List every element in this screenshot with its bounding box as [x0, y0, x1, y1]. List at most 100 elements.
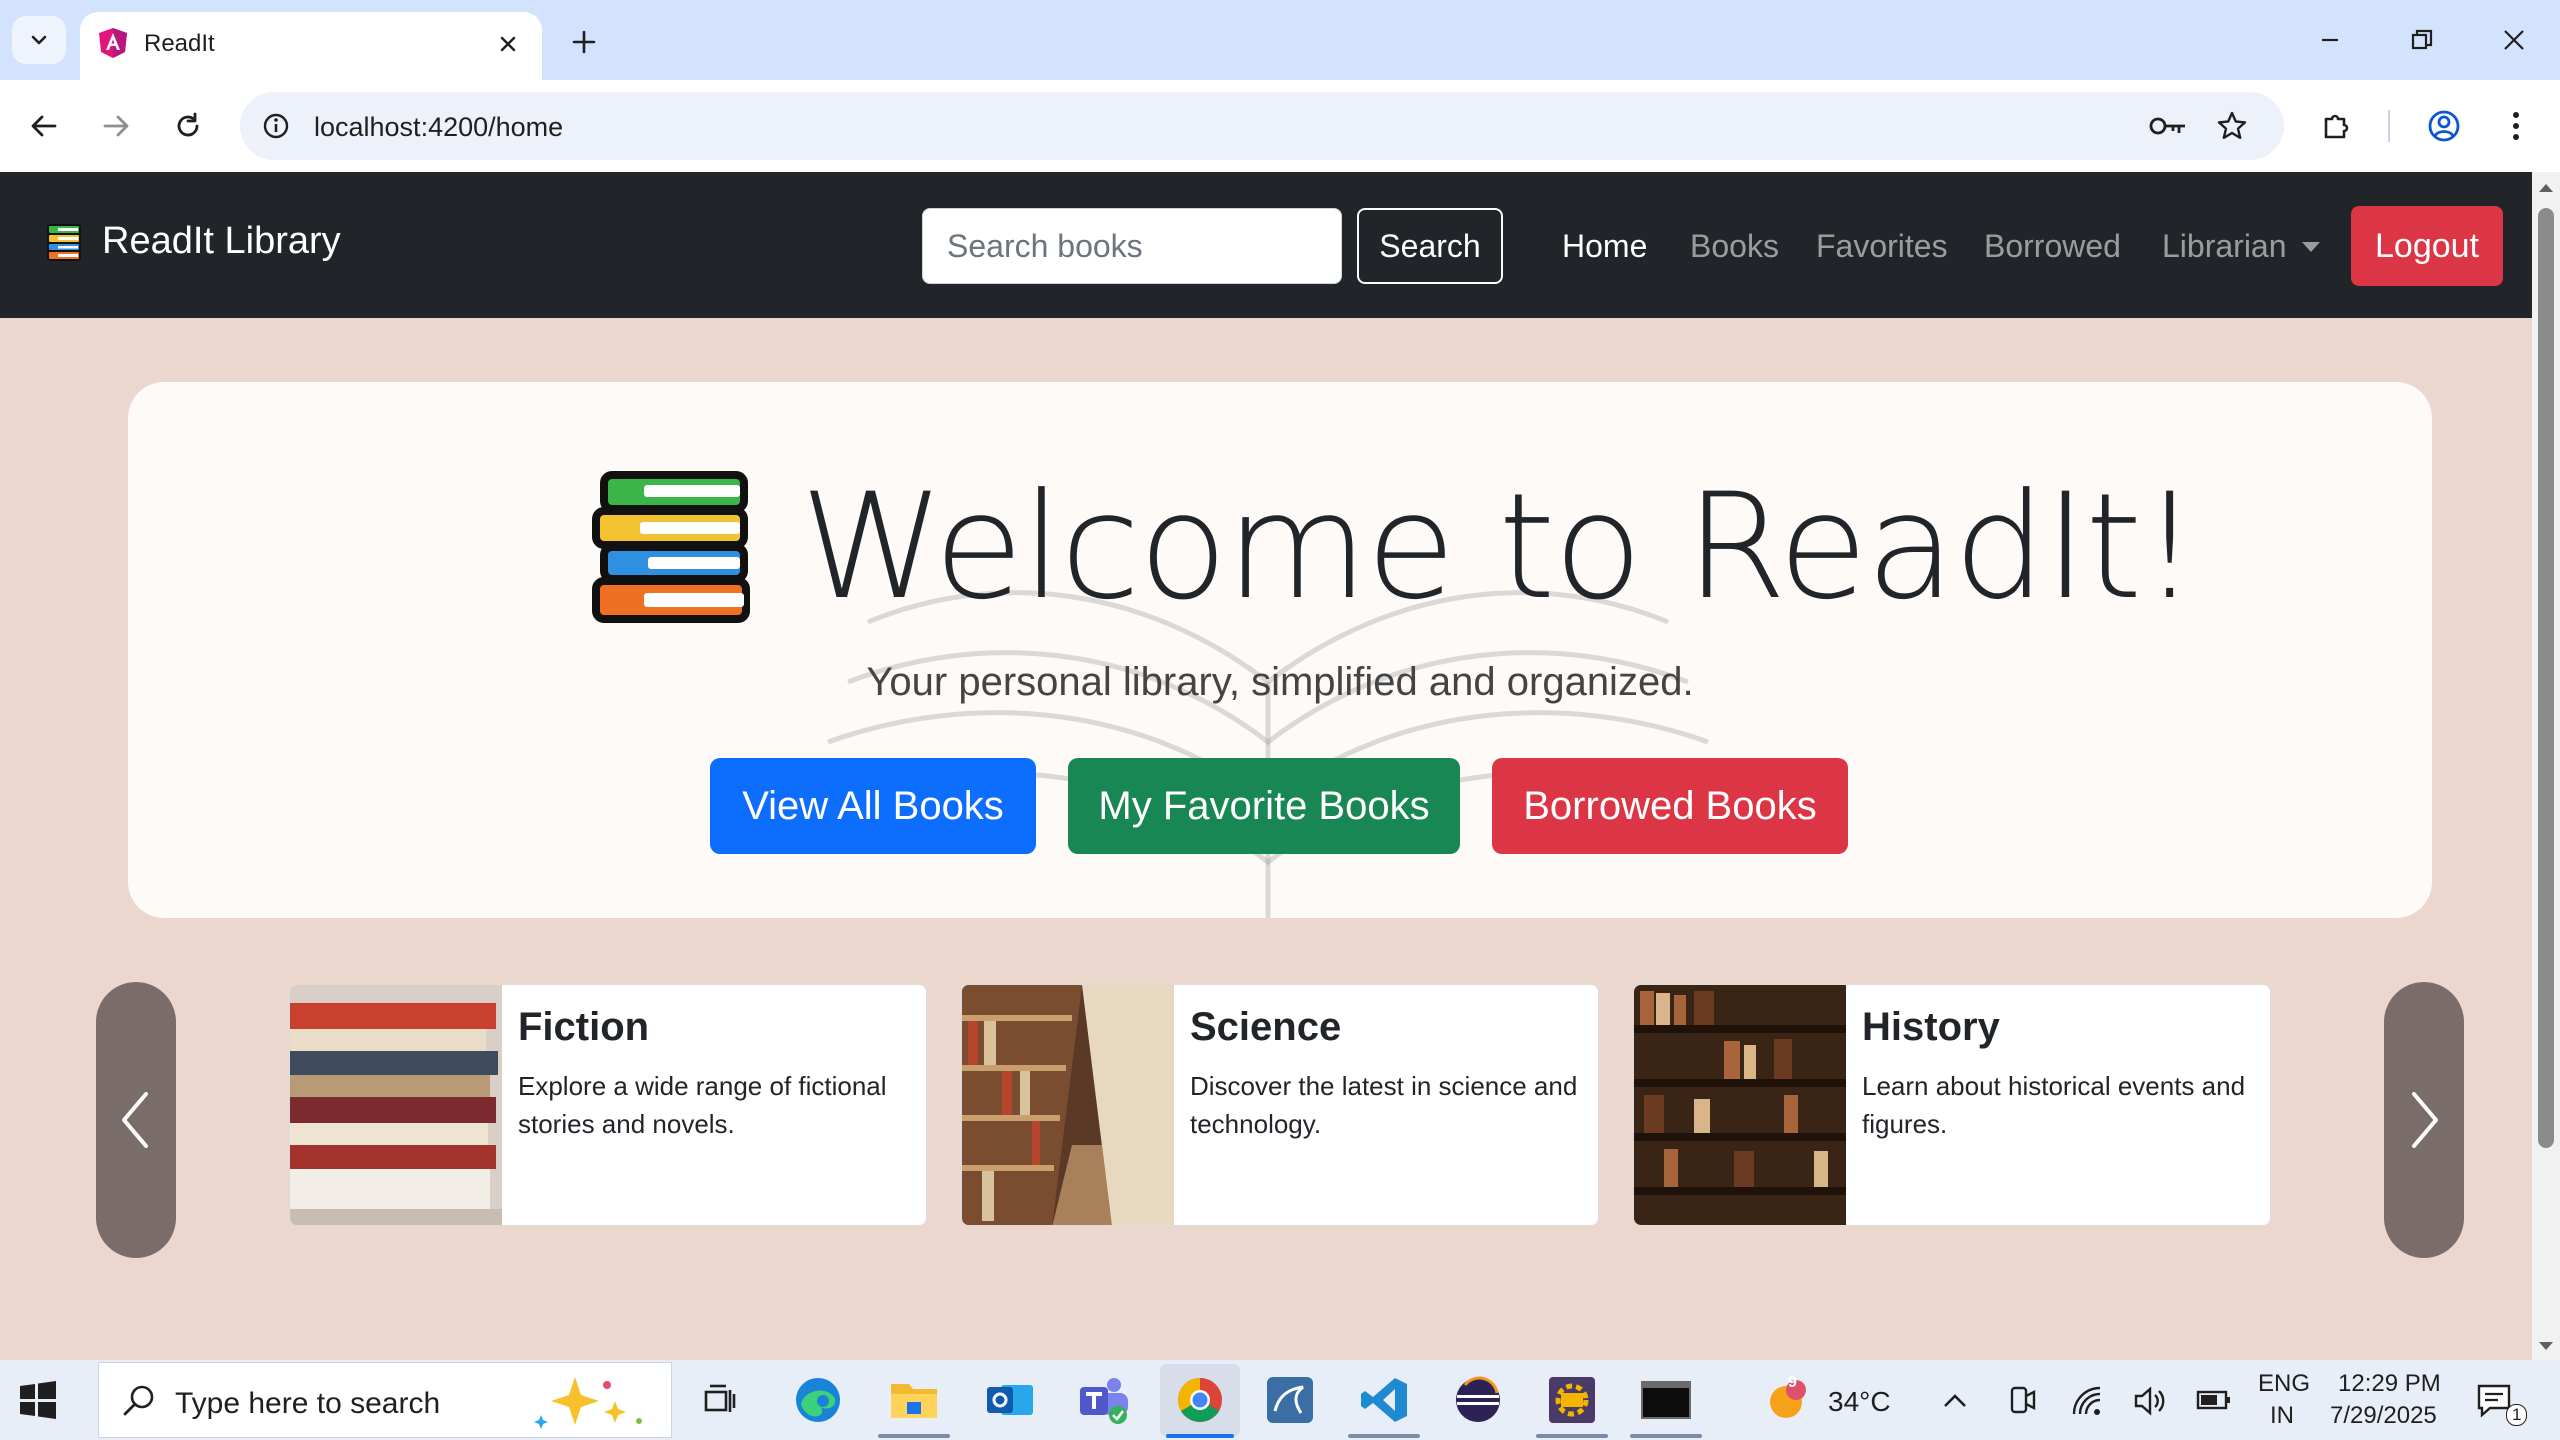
category-card-fiction[interactable]: Fiction Explore a wide range of fictiona… — [289, 984, 927, 1226]
caret-down-icon[interactable] — [2302, 242, 2320, 252]
card-description: Learn about historical events and figure… — [1862, 1071, 2246, 1139]
system-clock-date[interactable]: 7/29/2025 — [2330, 1402, 2437, 1430]
battery-icon[interactable] — [2196, 1386, 2232, 1414]
back-button[interactable] — [20, 102, 68, 150]
browser-tab-strip: ReadIt — [0, 0, 2560, 80]
site-info-icon[interactable] — [258, 108, 294, 144]
windows-taskbar: Type here to search 9 34°C ENG IN 12:29 … — [0, 1360, 2560, 1440]
close-window-button[interactable] — [2492, 18, 2536, 62]
scroll-up-arrow-icon[interactable] — [2539, 184, 2553, 192]
notification-count-badge: 1 — [2506, 1404, 2528, 1426]
page-scrollbar[interactable] — [2532, 172, 2560, 1360]
browser-tab[interactable]: ReadIt — [80, 12, 542, 80]
book-search-input[interactable] — [922, 208, 1342, 284]
running-indicator — [1348, 1434, 1420, 1438]
taskbar-app-javaee[interactable] — [1544, 1372, 1600, 1428]
tab-title: ReadIt — [144, 30, 215, 57]
close-icon — [2504, 30, 2524, 50]
star-bookmark-icon[interactable] — [2212, 106, 2252, 146]
key-icon[interactable] — [2148, 106, 2188, 146]
my-favorite-books-button[interactable]: My Favorite Books — [1068, 758, 1460, 854]
restore-button[interactable] — [2400, 18, 2444, 62]
logout-button[interactable]: Logout — [2351, 206, 2503, 286]
scrollbar-thumb[interactable] — [2538, 208, 2554, 1148]
card-title: Fiction — [518, 1005, 650, 1049]
nav-link-books[interactable]: Books — [1690, 228, 1779, 265]
extensions-button[interactable] — [2312, 102, 2360, 150]
system-clock-time[interactable]: 12:29 PM — [2338, 1370, 2441, 1398]
chevron-right-icon — [2412, 1092, 2438, 1148]
taskbar-app-eclipse[interactable] — [1450, 1372, 1506, 1428]
mysql-workbench-icon — [1267, 1377, 1313, 1423]
tab-search-button[interactable] — [12, 16, 66, 64]
carousel-next-button[interactable] — [2384, 982, 2464, 1258]
browser-toolbar: localhost:4200/home — [0, 80, 2560, 172]
taskbar-app-teams[interactable] — [1076, 1372, 1132, 1428]
navbar-brand[interactable]: ReadIt Library — [44, 220, 341, 263]
card-description: Explore a wide range of fictional storie… — [518, 1071, 887, 1139]
taskbar-app-outlook[interactable] — [982, 1372, 1038, 1428]
new-tab-button[interactable] — [562, 20, 606, 64]
task-view-button[interactable] — [692, 1372, 748, 1428]
volume-icon[interactable] — [2132, 1384, 2166, 1418]
scroll-down-arrow-icon[interactable] — [2539, 1342, 2553, 1350]
taskbar-app-mysql[interactable] — [1262, 1372, 1318, 1428]
arrow-right-icon — [103, 115, 129, 137]
old-bookshelf-image — [1634, 985, 1846, 1225]
nav-link-home[interactable]: Home — [1562, 228, 1647, 265]
weather-temperature[interactable]: 34°C — [1828, 1386, 1891, 1418]
reload-icon — [177, 112, 199, 137]
profile-button[interactable] — [2420, 102, 2468, 150]
minimize-button[interactable] — [2308, 18, 2352, 62]
taskbar-app-vscode[interactable] — [1356, 1372, 1412, 1428]
running-indicator — [878, 1434, 950, 1438]
nav-dropdown-librarian[interactable]: Librarian — [2162, 228, 2287, 265]
carousel-prev-button[interactable] — [96, 982, 176, 1258]
chrome-icon — [1178, 1378, 1222, 1422]
taskbar-app-file-explorer[interactable] — [886, 1372, 942, 1428]
nav-link-favorites[interactable]: Favorites — [1816, 228, 1948, 265]
address-bar[interactable]: localhost:4200/home — [240, 92, 2284, 160]
restore-icon — [2411, 29, 2433, 50]
category-card-science[interactable]: Science Discover the latest in science a… — [961, 984, 1599, 1226]
url-text[interactable]: localhost:4200/home — [314, 112, 563, 143]
profile-icon — [2428, 110, 2460, 142]
app-navbar: ReadIt Library Search Home Books Favorit… — [0, 172, 2532, 318]
terminal-icon — [1641, 1381, 1691, 1419]
nav-link-borrowed[interactable]: Borrowed — [1984, 228, 2121, 265]
input-region[interactable]: IN — [2270, 1402, 2294, 1430]
chevron-down-icon — [31, 35, 47, 45]
copilot-sparkle-icon — [534, 1377, 642, 1429]
chevron-up-icon[interactable] — [1940, 1386, 1970, 1416]
taskbar-app-edge[interactable] — [790, 1372, 846, 1428]
plus-icon — [572, 30, 596, 54]
view-all-books-button[interactable]: View All Books — [710, 758, 1036, 854]
eclipse-icon — [1456, 1376, 1500, 1422]
windows-start-icon[interactable] — [18, 1380, 58, 1420]
books-stack-icon — [592, 471, 750, 623]
taskbar-search-text: Type here to search — [175, 1387, 441, 1420]
borrowed-books-button[interactable]: Borrowed Books — [1492, 758, 1848, 854]
card-title: Science — [1190, 1005, 1342, 1049]
taskbar-search-box[interactable]: Type here to search — [98, 1362, 672, 1438]
card-title: History — [1862, 1005, 2000, 1049]
category-card-history[interactable]: History Learn about historical events an… — [1633, 984, 2271, 1226]
running-indicator — [1536, 1434, 1608, 1438]
hero-subtitle: Your personal library, simplified and or… — [866, 660, 1694, 704]
close-tab-icon[interactable] — [492, 28, 524, 60]
outlook-icon — [987, 1385, 1033, 1415]
angular-favicon-icon — [99, 28, 127, 58]
vscode-icon — [1361, 1378, 1407, 1422]
taskbar-app-chrome[interactable] — [1160, 1364, 1240, 1436]
reload-button[interactable] — [164, 102, 212, 150]
wifi-icon[interactable] — [2070, 1384, 2104, 1418]
taskbar-app-terminal[interactable] — [1638, 1372, 1694, 1428]
task-view-icon — [704, 1384, 736, 1412]
browser-menu-button[interactable] — [2492, 102, 2540, 150]
card-description: Discover the latest in science and techn… — [1190, 1071, 1578, 1139]
input-language[interactable]: ENG — [2258, 1370, 2310, 1398]
forward-button[interactable] — [92, 102, 140, 150]
search-button[interactable]: Search — [1357, 208, 1503, 284]
teams-icon — [1080, 1378, 1128, 1424]
meet-now-icon[interactable] — [2006, 1384, 2038, 1416]
